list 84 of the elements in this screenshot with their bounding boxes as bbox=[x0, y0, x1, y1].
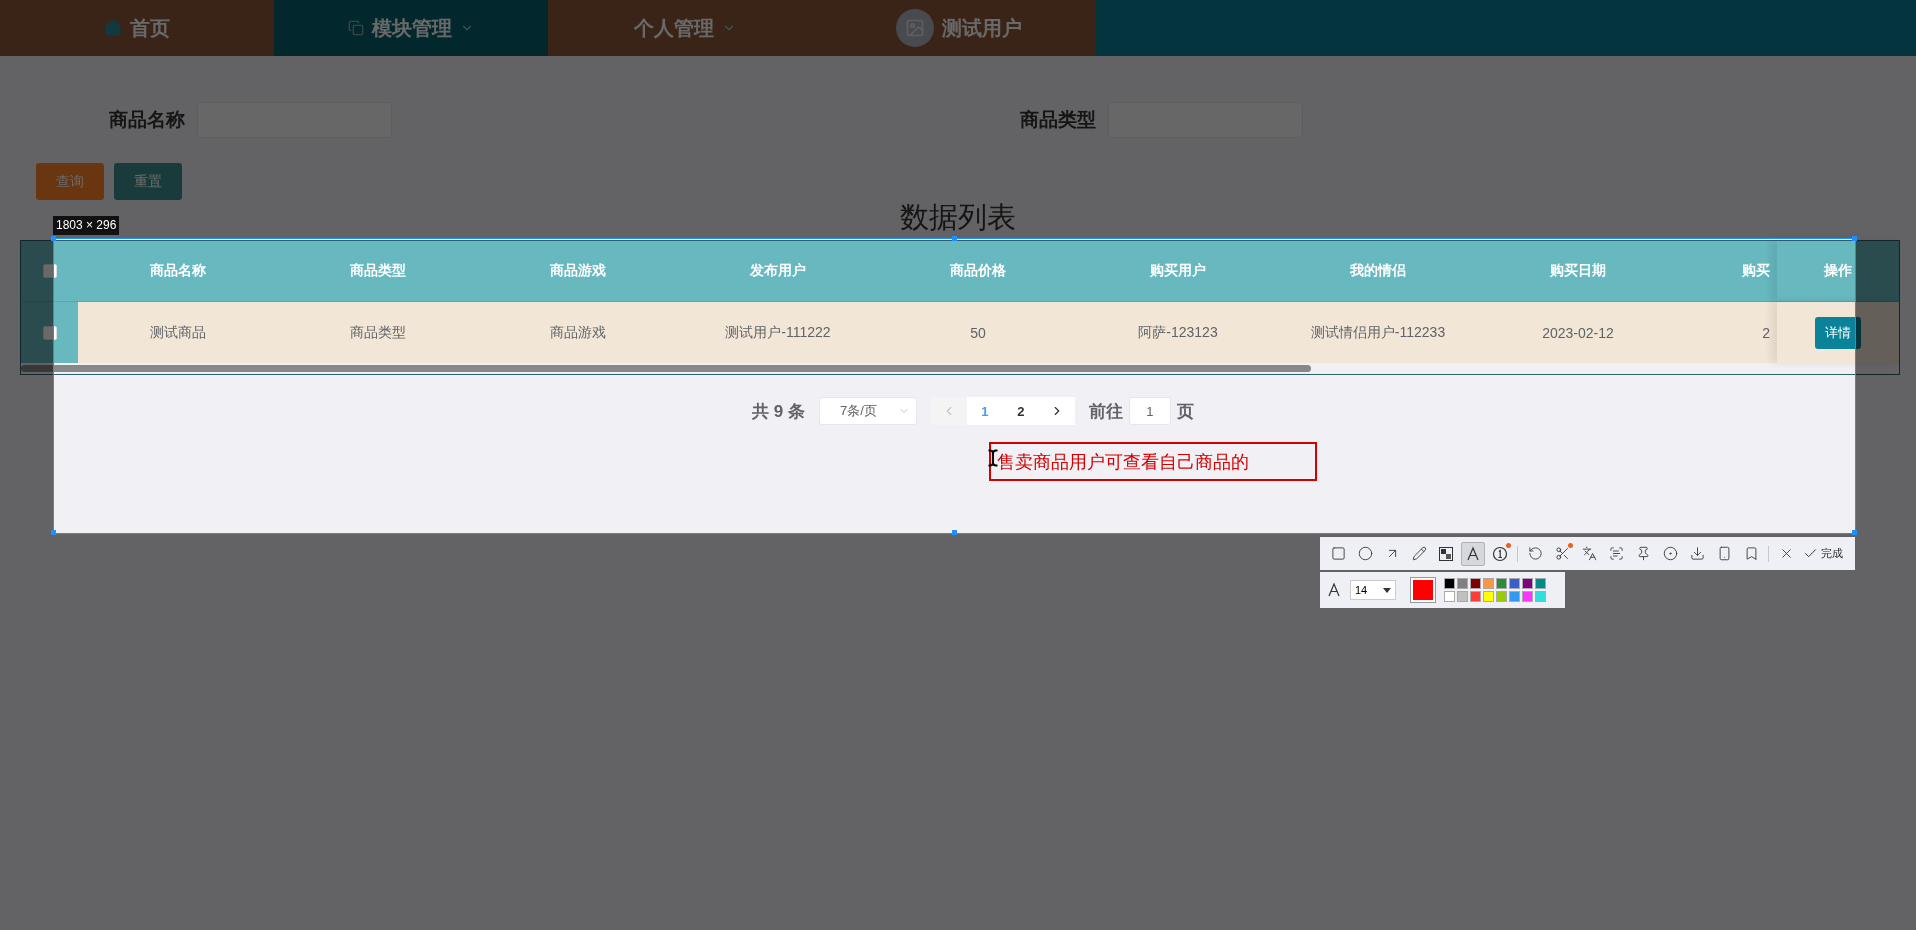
pencil-icon bbox=[1411, 546, 1427, 561]
undo-icon bbox=[1527, 546, 1543, 561]
table-cell: 2 bbox=[1762, 324, 1770, 341]
nav-item[interactable]: 测试用户 bbox=[822, 0, 1096, 56]
detail-button[interactable]: 详情 bbox=[1815, 316, 1861, 349]
resize-handle[interactable] bbox=[51, 236, 56, 241]
color-chip[interactable] bbox=[1522, 578, 1533, 589]
color-chip[interactable] bbox=[1509, 578, 1520, 589]
column-header: 购买 bbox=[1742, 262, 1770, 280]
scrollbar-thumb[interactable] bbox=[21, 365, 1311, 372]
dropdown-triangle-icon bbox=[1383, 587, 1391, 593]
color-chip[interactable] bbox=[1535, 591, 1546, 602]
column-header: 我的情侣 bbox=[1350, 262, 1406, 280]
page-unit: 页 bbox=[1176, 400, 1194, 423]
color-chip[interactable] bbox=[1522, 591, 1533, 602]
column-header: 商品类型 bbox=[350, 262, 406, 280]
table-cell: 2023-02-12 bbox=[1542, 324, 1614, 341]
scan-text-icon bbox=[1608, 546, 1624, 561]
pin-icon bbox=[1635, 546, 1651, 561]
font-size-select[interactable]: 14 bbox=[1350, 580, 1396, 600]
table-cell: 测试用户-111222 bbox=[725, 323, 831, 342]
mosaic-icon bbox=[1439, 546, 1453, 561]
text-annotation[interactable]: 售卖商品用户可查看自己商品的 bbox=[989, 442, 1317, 481]
page-size-select[interactable]: 7条/页 bbox=[818, 397, 917, 425]
bookmark-icon bbox=[1743, 546, 1759, 561]
color-chip[interactable] bbox=[1509, 591, 1520, 602]
copy-icon bbox=[348, 20, 364, 36]
text-icon bbox=[1465, 545, 1481, 562]
column-header: 操作 bbox=[1824, 262, 1852, 280]
color-chip[interactable] bbox=[1483, 591, 1494, 602]
color-chip[interactable] bbox=[1496, 591, 1507, 602]
color-chip[interactable] bbox=[1457, 578, 1468, 589]
column-header: 购买用户 bbox=[1150, 262, 1206, 280]
home-icon bbox=[104, 19, 122, 37]
color-chip[interactable] bbox=[1470, 578, 1481, 589]
column-header: 商品价格 bbox=[950, 262, 1006, 280]
list-title: 数据列表 bbox=[900, 202, 1016, 232]
table-cell: 测试商品 bbox=[150, 323, 206, 342]
column-header: 发布用户 bbox=[750, 262, 806, 280]
resize-handle[interactable] bbox=[1852, 530, 1857, 535]
nav-item[interactable]: 个人管理 bbox=[548, 0, 822, 56]
translate-icon bbox=[1581, 546, 1597, 561]
annotation-text: 售卖商品用户可查看自己商品的 bbox=[997, 450, 1249, 474]
checkbox[interactable] bbox=[42, 264, 57, 278]
color-chip[interactable] bbox=[1457, 591, 1468, 602]
nav-item[interactable]: 模块管理 bbox=[274, 0, 548, 56]
download-icon bbox=[1689, 546, 1705, 561]
font-icon bbox=[1326, 582, 1342, 598]
table-cell: 商品游戏 bbox=[550, 323, 606, 342]
scissors-icon bbox=[1554, 546, 1570, 561]
color-chip[interactable] bbox=[1483, 578, 1494, 589]
resize-handle[interactable] bbox=[51, 530, 56, 535]
color-chip[interactable] bbox=[1535, 578, 1546, 589]
resize-handle[interactable] bbox=[951, 530, 957, 535]
nav-item[interactable]: 首页 bbox=[0, 0, 274, 56]
total-count: 共 9 条 bbox=[752, 400, 805, 423]
column-header: 商品名称 bbox=[150, 262, 206, 280]
done-button[interactable]: 完成 bbox=[1801, 546, 1845, 561]
color-chip[interactable] bbox=[1444, 578, 1455, 589]
checkbox[interactable] bbox=[42, 325, 57, 340]
resize-handle[interactable] bbox=[951, 236, 957, 241]
color-chip[interactable] bbox=[1496, 578, 1507, 589]
circle-icon bbox=[1357, 546, 1373, 561]
rectangle-icon bbox=[1330, 546, 1346, 561]
phone-icon bbox=[1716, 546, 1732, 561]
size-label: 1803 × 296 bbox=[53, 216, 120, 235]
goto-label: 前往 bbox=[1088, 400, 1123, 423]
tool-button[interactable] bbox=[1461, 541, 1485, 566]
table-cell: 50 bbox=[970, 324, 986, 341]
record-icon bbox=[1662, 546, 1678, 561]
color-chip[interactable] bbox=[1444, 591, 1455, 602]
page-input[interactable]: 1 bbox=[1128, 397, 1171, 425]
reset-button[interactable]: 重置 bbox=[114, 163, 182, 200]
column-header: 商品游戏 bbox=[550, 262, 606, 280]
current-color-swatch[interactable] bbox=[1410, 577, 1436, 603]
color-chip[interactable] bbox=[1470, 591, 1481, 602]
table-cell: 阿萨-123123 bbox=[1138, 323, 1218, 342]
table-cell: 测试情侣用户-112233 bbox=[1310, 323, 1446, 342]
table-cell: 商品类型 bbox=[350, 323, 406, 342]
field-label: 商品名称 bbox=[108, 108, 185, 132]
column-header: 购买日期 bbox=[1550, 262, 1606, 280]
numbered-circle-icon bbox=[1492, 545, 1508, 562]
resize-handle[interactable] bbox=[1852, 236, 1857, 241]
field-label: 商品类型 bbox=[1018, 108, 1096, 132]
